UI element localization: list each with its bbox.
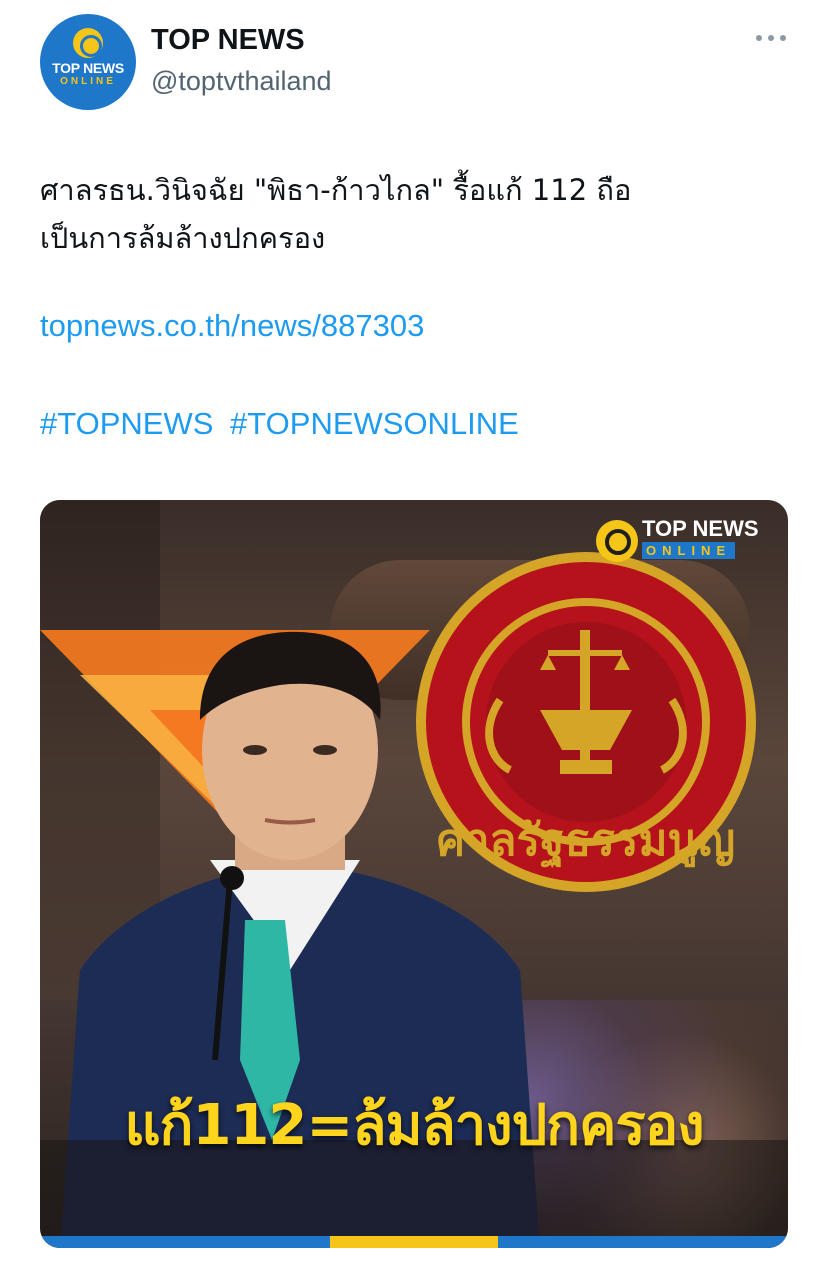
topnews-logo-icon <box>596 520 638 562</box>
brand-color-bar <box>40 1236 788 1248</box>
hashtag-topnews[interactable]: #TOPNEWS <box>40 406 213 441</box>
avatar[interactable]: TOP NEWS ONLINE <box>40 14 136 110</box>
hashtags: #TOPNEWS #TOPNEWSONLINE <box>40 406 527 442</box>
tweet-link[interactable]: topnews.co.th/news/887303 <box>40 308 424 344</box>
hashtag-topnewsonline[interactable]: #TOPNEWSONLINE <box>230 406 519 441</box>
topnews-logo-icon <box>73 28 103 58</box>
tweet-text-line-1: ศาลรธน.วินิจฉัย "พิธา-ก้าวไกล" รื้อแก้ 1… <box>40 173 632 207</box>
media-headline: แก้112=ล้มล้างปกครอง <box>124 1093 704 1158</box>
tweet-text: ศาลรธน.วินิจฉัย "พิธา-ก้าวไกล" รื้อแก้ 1… <box>40 166 790 262</box>
media-logo-text-bottom: ONLINE <box>642 542 736 559</box>
tweet-image[interactable]: ศาลรัฐธรรมนูญ TOP NEWS ONLINE แก้112=ล้ม… <box>40 500 788 1248</box>
account-name[interactable]: TOP NEWS <box>151 24 305 57</box>
more-horizontal-icon[interactable] <box>756 28 786 48</box>
tweet-header: TOP NEWS ONLINE TOP NEWS @toptvthailand <box>40 14 790 110</box>
avatar-text-top: TOP NEWS <box>52 60 124 76</box>
media-logo: TOP NEWS ONLINE <box>596 516 776 564</box>
avatar-text-bottom: ONLINE <box>60 76 116 87</box>
account-handle[interactable]: @toptvthailand <box>151 66 332 97</box>
tweet-text-line-2: เป็นการล้มล้างปกครอง <box>40 221 326 255</box>
media-logo-text-top: TOP NEWS <box>642 516 759 541</box>
